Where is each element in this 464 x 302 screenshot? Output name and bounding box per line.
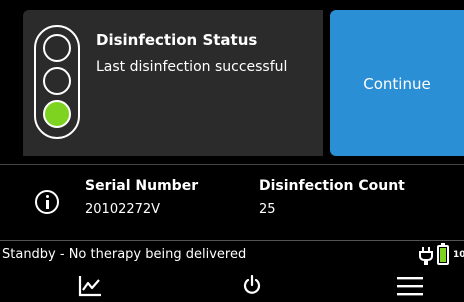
green-lamp-icon — [43, 100, 71, 128]
screen: Disinfection Status Last disinfection su… — [0, 0, 464, 302]
menu-button[interactable] — [390, 270, 430, 302]
battery-fill — [440, 248, 446, 262]
serial-number-value: 20102272V — [85, 202, 161, 217]
bottom-nav — [0, 270, 464, 302]
status-bar: Standby - No therapy being delivered 10 — [0, 240, 464, 270]
trend-button[interactable] — [70, 270, 110, 302]
status-title: Disinfection Status — [96, 31, 258, 49]
battery-icon — [437, 243, 449, 265]
serial-number-label: Serial Number — [85, 178, 199, 194]
power-button[interactable] — [232, 270, 272, 302]
divider — [0, 164, 464, 165]
info-icon[interactable] — [35, 190, 59, 214]
plug-icon — [419, 247, 433, 265]
continue-button[interactable]: Continue — [330, 10, 464, 156]
disinfection-count-label: Disinfection Count — [259, 178, 405, 194]
trend-chart-icon — [78, 276, 101, 297]
traffic-light-icon — [34, 25, 80, 139]
disinfection-status-card: Disinfection Status Last disinfection su… — [23, 10, 323, 156]
red-lamp-icon — [43, 34, 71, 62]
battery-text: 10 — [453, 250, 464, 260]
therapy-status-text: Standby - No therapy being delivered — [2, 247, 247, 262]
yellow-lamp-icon — [43, 67, 71, 95]
menu-icon — [397, 277, 423, 296]
status-message: Last disinfection successful — [96, 59, 288, 75]
disinfection-count-value: 25 — [259, 202, 276, 217]
power-icon — [243, 275, 261, 294]
continue-button-label: Continue — [363, 75, 431, 93]
